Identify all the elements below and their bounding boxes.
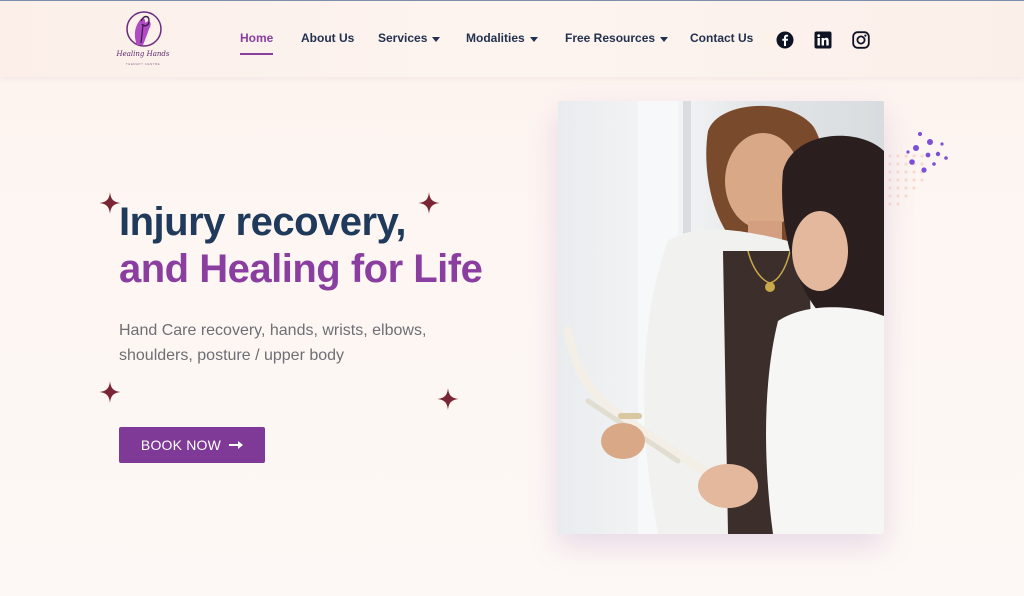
site-logo[interactable]: Healing Hands THERAPY CENTRE xyxy=(113,7,173,71)
nav-item-modalities[interactable]: Modalities xyxy=(466,31,538,45)
logo-subtext: THERAPY CENTRE xyxy=(125,62,161,66)
chevron-down-icon xyxy=(660,36,669,42)
hero-subtitle: Hand Care recovery, hands, wrists, elbow… xyxy=(119,322,427,364)
hand-logo-icon xyxy=(126,11,162,47)
nav-item-free-resources[interactable]: Free Resources xyxy=(565,31,669,45)
sparkle-icon xyxy=(437,388,459,410)
logo-text: Healing Hands xyxy=(116,50,170,58)
therapists-with-skeleton-image xyxy=(558,101,884,534)
nav-item-label: Home xyxy=(240,31,274,45)
book-now-label: BOOK NOW xyxy=(140,437,222,453)
chevron-down-icon xyxy=(529,36,538,42)
sparkle-icon xyxy=(99,192,121,214)
sparkle-icon xyxy=(99,381,121,403)
hero-title-line1: Injury recovery, xyxy=(119,200,406,244)
nav-item-home[interactable]: Home xyxy=(240,31,273,45)
nav-item-label: Contact Us xyxy=(690,31,754,45)
nav-item-contact[interactable]: Contact Us xyxy=(690,31,753,45)
site-header: Healing Hands THERAPY CENTRE Home About … xyxy=(0,1,1024,77)
nav-item-label: Modalities xyxy=(466,31,525,45)
nav-active-underline xyxy=(240,53,273,55)
instagram-icon[interactable] xyxy=(852,31,870,49)
nav-item-label: Free Resources xyxy=(565,31,656,45)
hero-photo xyxy=(558,101,884,534)
nav-item-label: Services xyxy=(378,31,428,45)
facebook-icon[interactable] xyxy=(776,31,794,49)
hero-title-line2: and Healing for Life xyxy=(119,247,483,291)
arrow-right-icon xyxy=(229,441,244,449)
sparkle-icon xyxy=(418,192,440,214)
nav-item-about[interactable]: About Us xyxy=(301,31,354,45)
book-now-button[interactable]: BOOK NOW xyxy=(119,427,265,463)
linkedin-icon[interactable] xyxy=(814,31,832,49)
nav-item-label: About Us xyxy=(301,31,355,45)
nav-item-services[interactable]: Services xyxy=(378,31,441,45)
chevron-down-icon xyxy=(432,36,441,42)
dots-decoration xyxy=(906,132,948,173)
